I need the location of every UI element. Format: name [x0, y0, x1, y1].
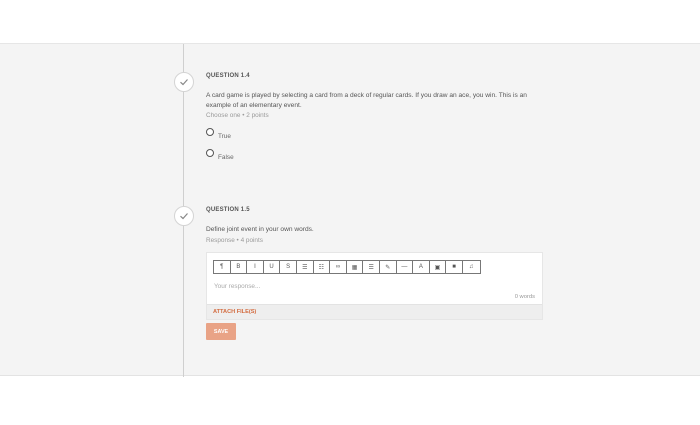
options-list: True False [206, 128, 546, 168]
paragraph-icon[interactable]: ¶ [214, 261, 231, 273]
question-text: A card game is played by selecting a car… [206, 92, 527, 109]
question-title: QUESTION 1.4 [206, 73, 250, 79]
question-text: Define joint event in your own words. [206, 226, 314, 233]
strikethrough-icon[interactable]: S [280, 261, 297, 273]
radio-true[interactable] [206, 128, 214, 136]
response-input[interactable]: Your response... [214, 283, 260, 290]
underline-icon[interactable]: U [263, 261, 281, 273]
option-true[interactable]: True [206, 128, 231, 140]
italic-icon[interactable]: I [247, 261, 264, 273]
page: QUESTION 1.4 A card game is played by se… [0, 0, 700, 425]
table-icon[interactable]: ▦ [346, 261, 364, 273]
save-button[interactable]: SAVE [206, 323, 236, 340]
eraser-icon[interactable]: ✎ [379, 261, 397, 273]
audio-icon[interactable]: ♫ [462, 261, 480, 273]
horizontal-rule-icon[interactable]: — [396, 261, 414, 273]
question-1-4: QUESTION 1.4 A card game is played by se… [206, 73, 546, 119]
check-icon [174, 206, 194, 226]
option-label: True [218, 133, 231, 140]
numbered-list-icon[interactable]: ☷ [313, 261, 331, 273]
response-editor[interactable]: ¶ B I U S ☰ ☷ ∞ ▦ ☰ ✎ — A ▣ ■ ♫ Your response... 0 word… [206, 252, 543, 320]
question-1-5: QUESTION 1.5 Define joint event in your … [206, 207, 546, 244]
question-title: QUESTION 1.5 [206, 207, 250, 213]
attach-files-button[interactable]: ATTACH FILE(S) [207, 304, 542, 319]
word-count: 0 words [514, 294, 535, 300]
quiz-content-area: QUESTION 1.4 A card game is played by se… [0, 43, 700, 377]
radio-false[interactable] [206, 149, 214, 157]
image-icon[interactable]: ▣ [429, 261, 447, 273]
option-false[interactable]: False [206, 149, 234, 161]
video-icon[interactable]: ■ [446, 261, 463, 273]
editor-toolbar: ¶ B I U S ☰ ☷ ∞ ▦ ☰ ✎ — A ▣ ■ ♫ [213, 260, 481, 274]
link-icon[interactable]: ∞ [330, 261, 347, 273]
question-meta: Choose one • 2 points [206, 112, 269, 119]
check-icon [174, 72, 194, 92]
option-label: False [218, 154, 234, 161]
question-meta: Response • 4 points [206, 236, 263, 244]
text-color-icon[interactable]: A [413, 261, 430, 273]
bold-icon[interactable]: B [230, 261, 248, 273]
bullet-list-icon[interactable]: ☰ [296, 261, 314, 273]
align-icon[interactable]: ☰ [363, 261, 380, 273]
